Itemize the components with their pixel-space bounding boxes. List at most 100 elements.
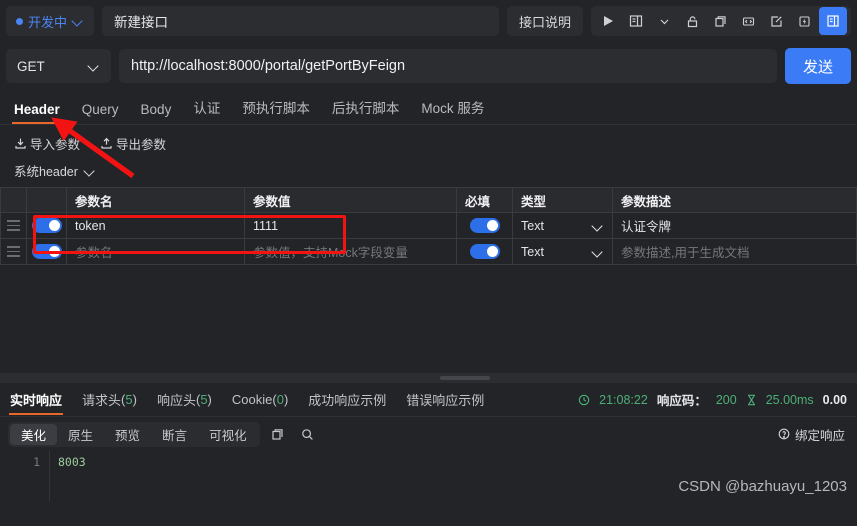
search-icon[interactable] bbox=[296, 422, 320, 446]
code-line: 8003 bbox=[58, 455, 86, 469]
response-tab-response-headers[interactable]: 响应头(5) bbox=[157, 383, 212, 417]
tab-body[interactable]: Body bbox=[141, 102, 172, 124]
tab-query[interactable]: Query bbox=[82, 102, 119, 124]
response-tab-error-example[interactable]: 错误响应示例 bbox=[406, 383, 484, 417]
status-label: 开发中 bbox=[28, 14, 68, 30]
bind-response-label: 绑定响应 bbox=[794, 428, 845, 443]
drag-handle-icon[interactable] bbox=[1, 213, 26, 238]
code-icon[interactable] bbox=[735, 8, 761, 34]
response-tab-label: 实时响应 bbox=[10, 393, 63, 408]
splitter-handle[interactable] bbox=[440, 376, 490, 380]
row-param-name-cell[interactable]: 参数名 bbox=[66, 238, 245, 265]
save-icon[interactable] bbox=[819, 7, 847, 35]
status-dropdown[interactable]: 开发中 bbox=[6, 6, 95, 36]
tab-pre-script[interactable]: 预执行脚本 bbox=[242, 97, 310, 124]
tab-auth[interactable]: 认证 bbox=[193, 97, 220, 124]
import-params-button[interactable]: 导入参数 bbox=[14, 134, 80, 153]
row-param-value-cell[interactable]: 1111 bbox=[244, 212, 457, 239]
response-code-label: 响应码： bbox=[656, 394, 707, 408]
doc-list-icon[interactable] bbox=[623, 8, 649, 34]
chevron-down-icon bbox=[72, 15, 84, 27]
response-toolbar: 美化 原生 预览 断言 可视化 绑定响应 bbox=[0, 417, 857, 451]
response-time: 21:08:22 bbox=[599, 392, 648, 407]
chevron-down-icon bbox=[88, 60, 100, 72]
param-required-toggle[interactable] bbox=[469, 218, 500, 233]
run-icon[interactable] bbox=[595, 8, 621, 34]
send-button[interactable]: 发送 bbox=[785, 48, 851, 84]
response-tab-realtime[interactable]: 实时响应 bbox=[8, 383, 64, 417]
copy-icon[interactable] bbox=[707, 8, 733, 34]
panel-splitter[interactable] bbox=[0, 373, 857, 383]
system-header-toggle[interactable]: 系统header bbox=[0, 153, 110, 187]
row-description-cell[interactable]: 参数描述,用于生成文档 bbox=[612, 238, 857, 265]
bind-response-button[interactable]: 绑定响应 bbox=[778, 425, 849, 444]
row-drag-handle-cell[interactable] bbox=[0, 238, 27, 265]
response-tab-label: 错误响应示例 bbox=[406, 393, 485, 408]
response-tab-label: Cookie bbox=[231, 392, 273, 407]
response-tab-request-headers[interactable]: 请求头(5) bbox=[82, 383, 137, 417]
param-type-select[interactable]: Text bbox=[513, 213, 612, 238]
view-mode-beautify[interactable]: 美化 bbox=[10, 423, 58, 445]
request-tabs: Header Query Body 认证 预执行脚本 后执行脚本 Mock 服务 bbox=[0, 90, 857, 124]
url-input[interactable]: http://localhost:8000/portal/getPortByFe… bbox=[119, 49, 777, 83]
row-param-value-cell[interactable]: 参数值，支持Mock字段变量 bbox=[244, 238, 457, 265]
view-mode-assert[interactable]: 断言 bbox=[151, 424, 198, 445]
download-icon bbox=[15, 138, 26, 149]
param-type-value: Text bbox=[521, 244, 544, 259]
share-icon[interactable] bbox=[763, 8, 789, 34]
response-tab-count: 5 bbox=[125, 392, 133, 407]
clock-icon bbox=[578, 394, 590, 405]
response-tab-success-example[interactable]: 成功响应示例 bbox=[308, 383, 386, 417]
param-enable-toggle[interactable] bbox=[31, 244, 62, 259]
chevron-down-icon[interactable] bbox=[651, 8, 677, 34]
view-mode-visualize[interactable]: 可视化 bbox=[198, 424, 258, 445]
row-drag-handle-cell[interactable] bbox=[0, 212, 27, 239]
param-description-input[interactable]: 认证令牌 bbox=[613, 213, 856, 238]
export-params-button[interactable]: 导出参数 bbox=[100, 134, 166, 153]
param-description-input[interactable]: 参数描述,用于生成文档 bbox=[613, 239, 856, 264]
row-description-cell[interactable]: 认证令牌 bbox=[612, 212, 857, 239]
param-enable-toggle[interactable] bbox=[31, 218, 62, 233]
view-mode-preview[interactable]: 预览 bbox=[104, 424, 151, 445]
param-name-input[interactable]: token bbox=[67, 213, 244, 238]
view-mode-raw[interactable]: 原生 bbox=[57, 424, 104, 445]
tab-mock-service[interactable]: Mock 服务 bbox=[421, 97, 484, 124]
system-header-label: 系统header bbox=[14, 165, 78, 179]
http-method-select[interactable]: GET bbox=[6, 49, 111, 83]
api-title-input[interactable] bbox=[102, 6, 499, 36]
param-value-input[interactable]: 参数值，支持Mock字段变量 bbox=[245, 239, 456, 264]
response-tab-label: 成功响应示例 bbox=[308, 393, 387, 408]
export-params-label: 导出参数 bbox=[116, 138, 167, 152]
lock-icon[interactable] bbox=[679, 8, 705, 34]
api-doc-button[interactable]: 接口说明 bbox=[506, 6, 583, 36]
flash-icon[interactable] bbox=[791, 8, 817, 34]
header-params-table: 参数名 参数值 必填 类型 参数描述 token 1111 Text 认证令牌 … bbox=[0, 187, 857, 265]
row-param-name-cell[interactable]: token bbox=[66, 212, 245, 239]
response-body-editor[interactable]: 1 8003 CSDN @bazhuayu_1203 bbox=[0, 451, 857, 501]
param-value-input[interactable]: 1111 bbox=[245, 213, 456, 238]
response-view-mode-group: 美化 原生 预览 断言 可视化 bbox=[8, 421, 260, 447]
param-actions: 导入参数 导出参数 bbox=[0, 125, 857, 153]
row-type-cell[interactable]: Text bbox=[512, 238, 613, 265]
http-method-value: GET bbox=[17, 58, 45, 74]
th-required: 必填 bbox=[456, 187, 513, 213]
th-description: 参数描述 bbox=[612, 187, 857, 213]
row-type-cell[interactable]: Text bbox=[512, 212, 613, 239]
th-param-name: 参数名 bbox=[66, 187, 245, 213]
response-tabs: 实时响应 请求头(5) 响应头(5) Cookie(0) 成功响应示例 错误响应… bbox=[0, 383, 857, 417]
param-type-value: Text bbox=[521, 218, 544, 233]
copy-response-icon[interactable] bbox=[266, 422, 290, 446]
th-type: 类型 bbox=[512, 187, 613, 213]
param-type-select[interactable]: Text bbox=[513, 239, 612, 264]
tab-post-script[interactable]: 后执行脚本 bbox=[332, 97, 400, 124]
top-toolbar: 开发中 接口说明 bbox=[0, 0, 857, 42]
response-tab-cookie[interactable]: Cookie(0) bbox=[232, 383, 288, 417]
param-name-input[interactable]: 参数名 bbox=[67, 239, 244, 264]
chevron-down-icon bbox=[84, 165, 96, 177]
chevron-down-icon bbox=[592, 220, 604, 232]
tab-header[interactable]: Header bbox=[12, 102, 62, 124]
drag-handle-icon[interactable] bbox=[1, 239, 26, 264]
hourglass-icon bbox=[747, 394, 755, 405]
help-circle-icon bbox=[778, 428, 790, 440]
param-required-toggle[interactable] bbox=[469, 244, 500, 259]
